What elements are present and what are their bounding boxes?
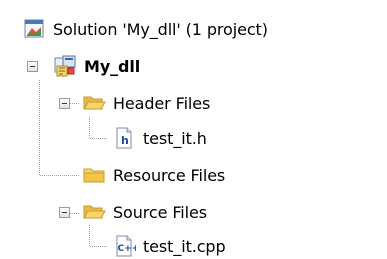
tree-node-solution[interactable]: Solution 'My_dll' (1 project) (22, 14, 268, 44)
solution-label: Solution 'My_dll' (1 project) (53, 19, 268, 39)
solution-icon (22, 17, 46, 41)
header-file-icon: h (112, 126, 136, 150)
tree-line-root (39, 80, 40, 176)
tree-node-test-it-cpp[interactable]: C++ test_it.cpp (112, 231, 226, 259)
tree-line-source-file (90, 246, 107, 247)
tree-line-header-file (90, 138, 107, 139)
tree-node-test-it-h[interactable]: h test_it.h (112, 123, 207, 153)
test-it-cpp-label: test_it.cpp (143, 236, 226, 256)
project-collapse-toggle[interactable] (27, 61, 38, 72)
tree-line-header-child (89, 117, 90, 138)
svg-text:h: h (121, 134, 129, 147)
folder-closed-icon (82, 163, 106, 187)
tree-line-source (70, 213, 79, 214)
svg-text:C++: C++ (118, 244, 137, 254)
tree-node-resource-files[interactable]: Resource Files (82, 160, 225, 190)
source-files-label: Source Files (113, 202, 207, 222)
tree-line-resource (40, 175, 79, 176)
tree-node-source-files[interactable]: Source Files (82, 197, 207, 227)
test-it-h-label: test_it.h (143, 128, 207, 148)
project-label: My_dll (84, 56, 141, 76)
solution-explorer-tree: Solution 'My_dll' (1 project) My_dll Hea… (0, 0, 387, 259)
tree-node-header-files[interactable]: Header Files (82, 88, 210, 118)
header-files-label: Header Files (113, 93, 211, 113)
source-files-collapse-toggle[interactable] (59, 207, 70, 218)
vc-project-icon (53, 54, 77, 78)
resource-files-label: Resource Files (113, 165, 226, 185)
tree-line-header (70, 103, 79, 104)
cpp-file-icon: C++ (112, 234, 136, 258)
tree-line-source-child (89, 225, 90, 246)
folder-open-icon (82, 91, 106, 115)
folder-open-icon (82, 200, 106, 224)
tree-node-project[interactable]: My_dll (53, 51, 140, 81)
header-files-collapse-toggle[interactable] (59, 98, 70, 109)
